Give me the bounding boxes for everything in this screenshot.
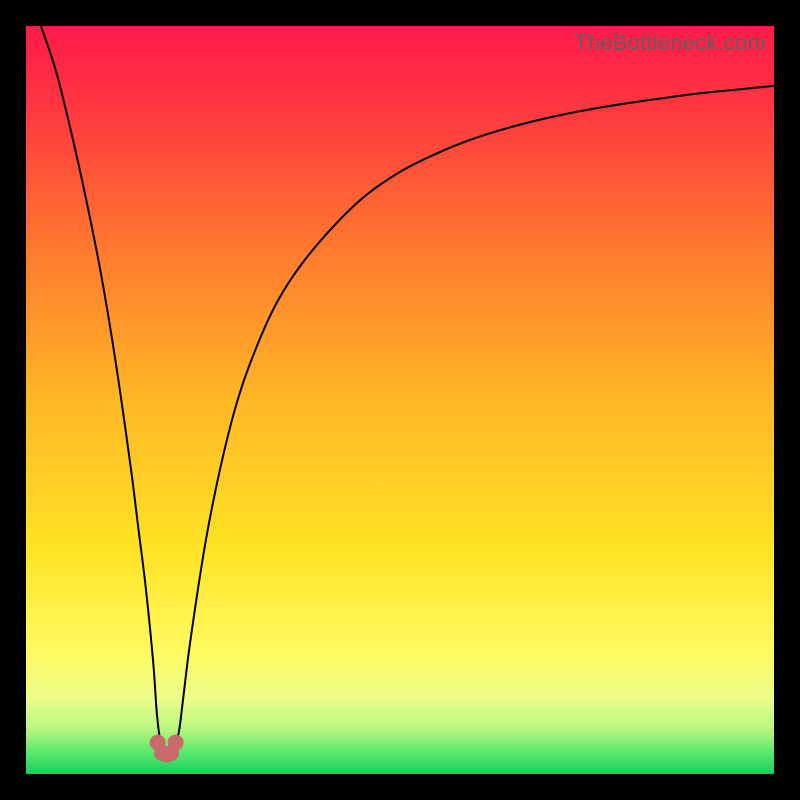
chart-frame: TheBottleneck.com bbox=[26, 26, 774, 774]
optimal-point-marker bbox=[168, 735, 184, 751]
chart-background bbox=[26, 26, 774, 774]
watermark-text: TheBottleneck.com bbox=[574, 30, 766, 56]
bottleneck-chart bbox=[26, 26, 774, 774]
